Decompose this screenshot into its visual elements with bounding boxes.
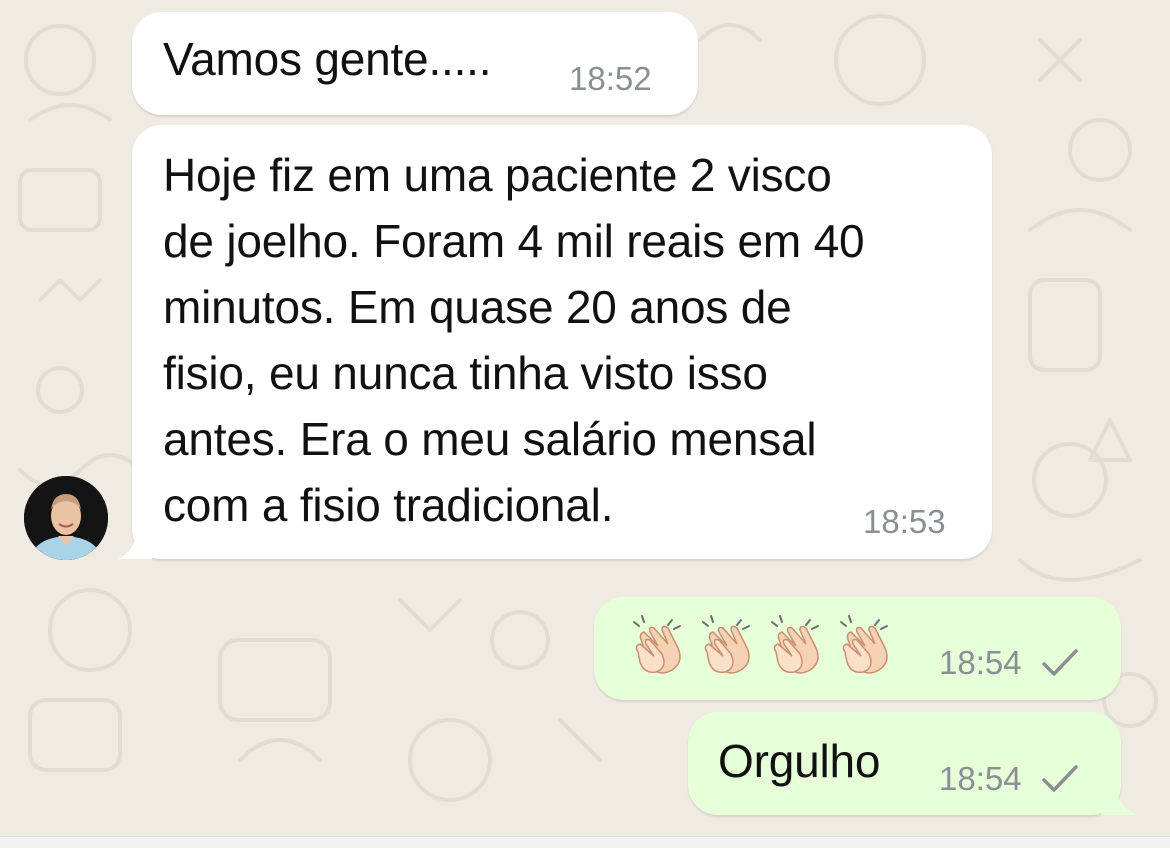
message-text: Hoje fiz em uma paciente 2 visco de joel… xyxy=(163,149,865,531)
message-timestamp: 18:53 xyxy=(863,503,946,540)
sender-avatar[interactable] xyxy=(24,476,108,560)
avatar-photo xyxy=(24,476,108,560)
clapping-hands-icon xyxy=(702,615,750,674)
bottom-divider xyxy=(0,836,1170,848)
outgoing-message-bubble[interactable]: Orgulho 18:54 xyxy=(688,712,1121,815)
message-timestamp: 18:52 xyxy=(569,60,652,97)
incoming-message-bubble[interactable]: Vamos gente..... 18:52 xyxy=(132,12,698,115)
clapping-hands-icon xyxy=(771,615,819,674)
message-text: Vamos gente..... xyxy=(163,33,492,85)
message-timestamp: 18:54 xyxy=(939,760,1022,797)
incoming-bubble-tail xyxy=(118,530,152,559)
outgoing-bubble-tail xyxy=(1101,786,1137,815)
clapping-hands-icon xyxy=(633,615,681,674)
message-timestamp: 18:54 xyxy=(939,644,1022,681)
clapping-hands-icon xyxy=(840,615,888,674)
message-text: Orgulho xyxy=(718,735,881,787)
incoming-message-bubble[interactable]: Hoje fiz em uma paciente 2 visco de joel… xyxy=(132,125,992,559)
single-check-icon xyxy=(1042,765,1078,792)
single-check-icon xyxy=(1042,649,1078,676)
emoji-row xyxy=(628,612,898,676)
